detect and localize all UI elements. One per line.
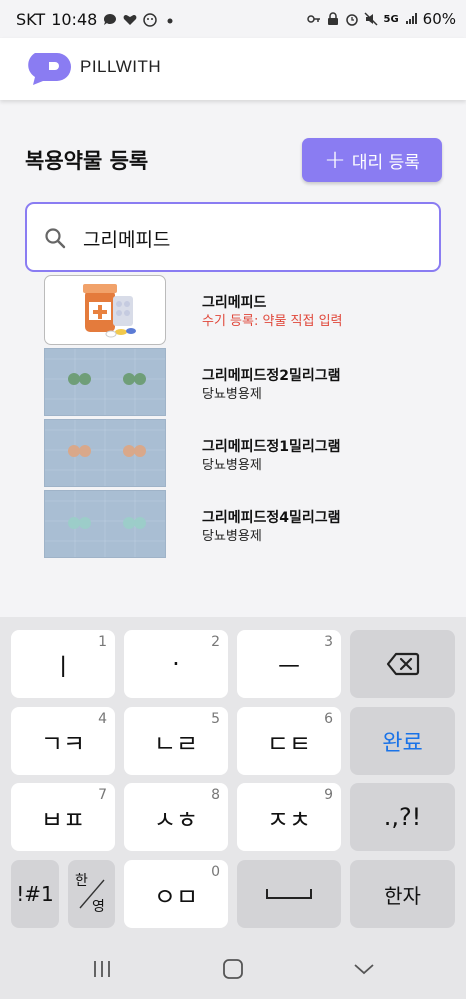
space-key[interactable] — [237, 860, 341, 928]
backspace-icon — [386, 652, 419, 676]
clock: 10:48 — [51, 10, 98, 29]
signal-icon — [405, 13, 417, 24]
home-icon[interactable] — [221, 957, 245, 981]
key-label: ㄷㅌ — [266, 729, 312, 758]
han-label: 한 — [75, 873, 88, 889]
key-label: .,?! — [383, 803, 422, 831]
key-b-p[interactable]: ㅂㅍ 7 — [11, 783, 115, 851]
carrier-label: SKT — [16, 10, 46, 29]
search-input[interactable] — [83, 220, 423, 256]
done-key[interactable]: 완료 — [350, 707, 455, 775]
key-label: !#1 — [16, 882, 54, 906]
punctuation-key[interactable]: .,?! — [350, 783, 455, 851]
proxy-register-label: 대리 등록 — [351, 152, 420, 173]
key-o-m[interactable]: ㅇㅁ 0 — [124, 860, 228, 928]
key-label: ㅈㅊ — [266, 805, 312, 834]
hanja-key[interactable]: 한자 — [350, 860, 455, 928]
chat-bubble-icon — [104, 13, 117, 25]
key-label: 한자 — [384, 883, 421, 908]
key-number: 6 — [324, 711, 333, 727]
app-header: PILLWITH — [0, 38, 466, 100]
key-s-h[interactable]: ㅅㅎ 8 — [124, 783, 228, 851]
key-label: 완료 — [382, 731, 423, 756]
pillwith-logo-icon — [28, 53, 72, 85]
key-number: 0 — [211, 864, 220, 880]
key-eu[interactable]: ㅡ 3 — [237, 630, 341, 698]
key-number: 2 — [211, 634, 220, 650]
key-number: 9 — [324, 787, 333, 803]
pill-bottle-image — [44, 275, 166, 345]
result-title: 그리메피드정1밀리그램 — [202, 439, 341, 455]
dot-icon — [167, 18, 173, 23]
battery-label: 60% — [422, 10, 456, 28]
result-subtitle: 당뇨병용제 — [202, 529, 262, 544]
result-title: 그리메피드정4밀리그램 — [202, 510, 341, 526]
network-label: 5G — [383, 13, 399, 25]
result-item[interactable]: 그리메피드정4밀리그램 당뇨병용제 — [0, 490, 466, 558]
pill-photo-image — [44, 348, 166, 416]
lock-icon — [328, 12, 339, 25]
key-label: ㄱㅋ — [40, 729, 86, 758]
result-subtitle: 당뇨병용제 — [202, 458, 262, 473]
key-number: 5 — [211, 711, 220, 727]
key-number: 8 — [211, 787, 220, 803]
status-bar: SKT 10:48 5G 60% — [0, 0, 466, 38]
key-label: ㅅㅎ — [153, 805, 199, 834]
language-switch-key[interactable]: 한 영 — [68, 860, 115, 928]
result-subtitle: 당뇨병용제 — [202, 387, 262, 402]
key-number: 7 — [98, 787, 107, 803]
key-n-r[interactable]: ㄴㄹ 5 — [124, 707, 228, 775]
key-label: ㅡ — [277, 652, 301, 681]
key-icon — [307, 15, 321, 23]
search-icon — [45, 228, 66, 249]
key-label: ㅣ — [51, 652, 75, 681]
key-label: ㅇㅁ — [153, 882, 199, 911]
page-title: 복용약물 등록 — [25, 149, 149, 173]
back-icon[interactable] — [352, 957, 376, 981]
result-item[interactable]: 그리메피드정1밀리그램 당뇨병용제 — [0, 419, 466, 487]
result-subtitle: 수기 등록: 약물 직접 입력 — [202, 314, 343, 329]
result-item[interactable]: 그리메피드정2밀리그램 당뇨병용제 — [0, 348, 466, 416]
system-nav-bar — [0, 941, 466, 999]
keyboard: ㅣ 1 · 2 ㅡ 3 ㄱㅋ 4 ㄴㄹ 5 ㄷㅌ 6 완료 ㅂㅍ 7 ㅅㅎ 8 — [0, 617, 466, 941]
symbols-key[interactable]: !#1 — [11, 860, 59, 928]
key-dot[interactable]: · 2 — [124, 630, 228, 698]
key-number: 1 — [98, 634, 107, 650]
pill-photo-image — [44, 490, 166, 558]
key-label: ㅂㅍ — [40, 805, 86, 834]
key-j-ch[interactable]: ㅈㅊ 9 — [237, 783, 341, 851]
plus-icon: + — [324, 145, 346, 175]
key-label: · — [172, 650, 180, 678]
mute-icon — [364, 12, 379, 26]
pill-photo-image — [44, 419, 166, 487]
key-number: 4 — [98, 711, 107, 727]
search-box[interactable] — [25, 202, 441, 272]
key-i[interactable]: ㅣ 1 — [11, 630, 115, 698]
alarm-icon — [346, 14, 359, 26]
key-label: ㄴㄹ — [153, 729, 199, 758]
key-d-t[interactable]: ㄷㅌ 6 — [237, 707, 341, 775]
result-title: 그리메피드정2밀리그램 — [202, 368, 341, 384]
backspace-key[interactable] — [350, 630, 455, 698]
yeong-label: 영 — [92, 899, 105, 915]
result-title: 그리메피드 — [202, 295, 267, 311]
key-number: 3 — [324, 634, 333, 650]
key-g-k[interactable]: ㄱㅋ 4 — [11, 707, 115, 775]
face-badge-icon — [143, 12, 158, 27]
brand-name: PILLWITH — [80, 57, 162, 76]
recent-apps-icon[interactable] — [90, 957, 114, 981]
space-icon — [266, 889, 312, 899]
heart-badge-icon — [123, 14, 137, 25]
result-item-manual[interactable]: 그리메피드 수기 등록: 약물 직접 입력 — [0, 275, 466, 345]
proxy-register-button[interactable]: + 대리 등록 — [302, 138, 442, 182]
